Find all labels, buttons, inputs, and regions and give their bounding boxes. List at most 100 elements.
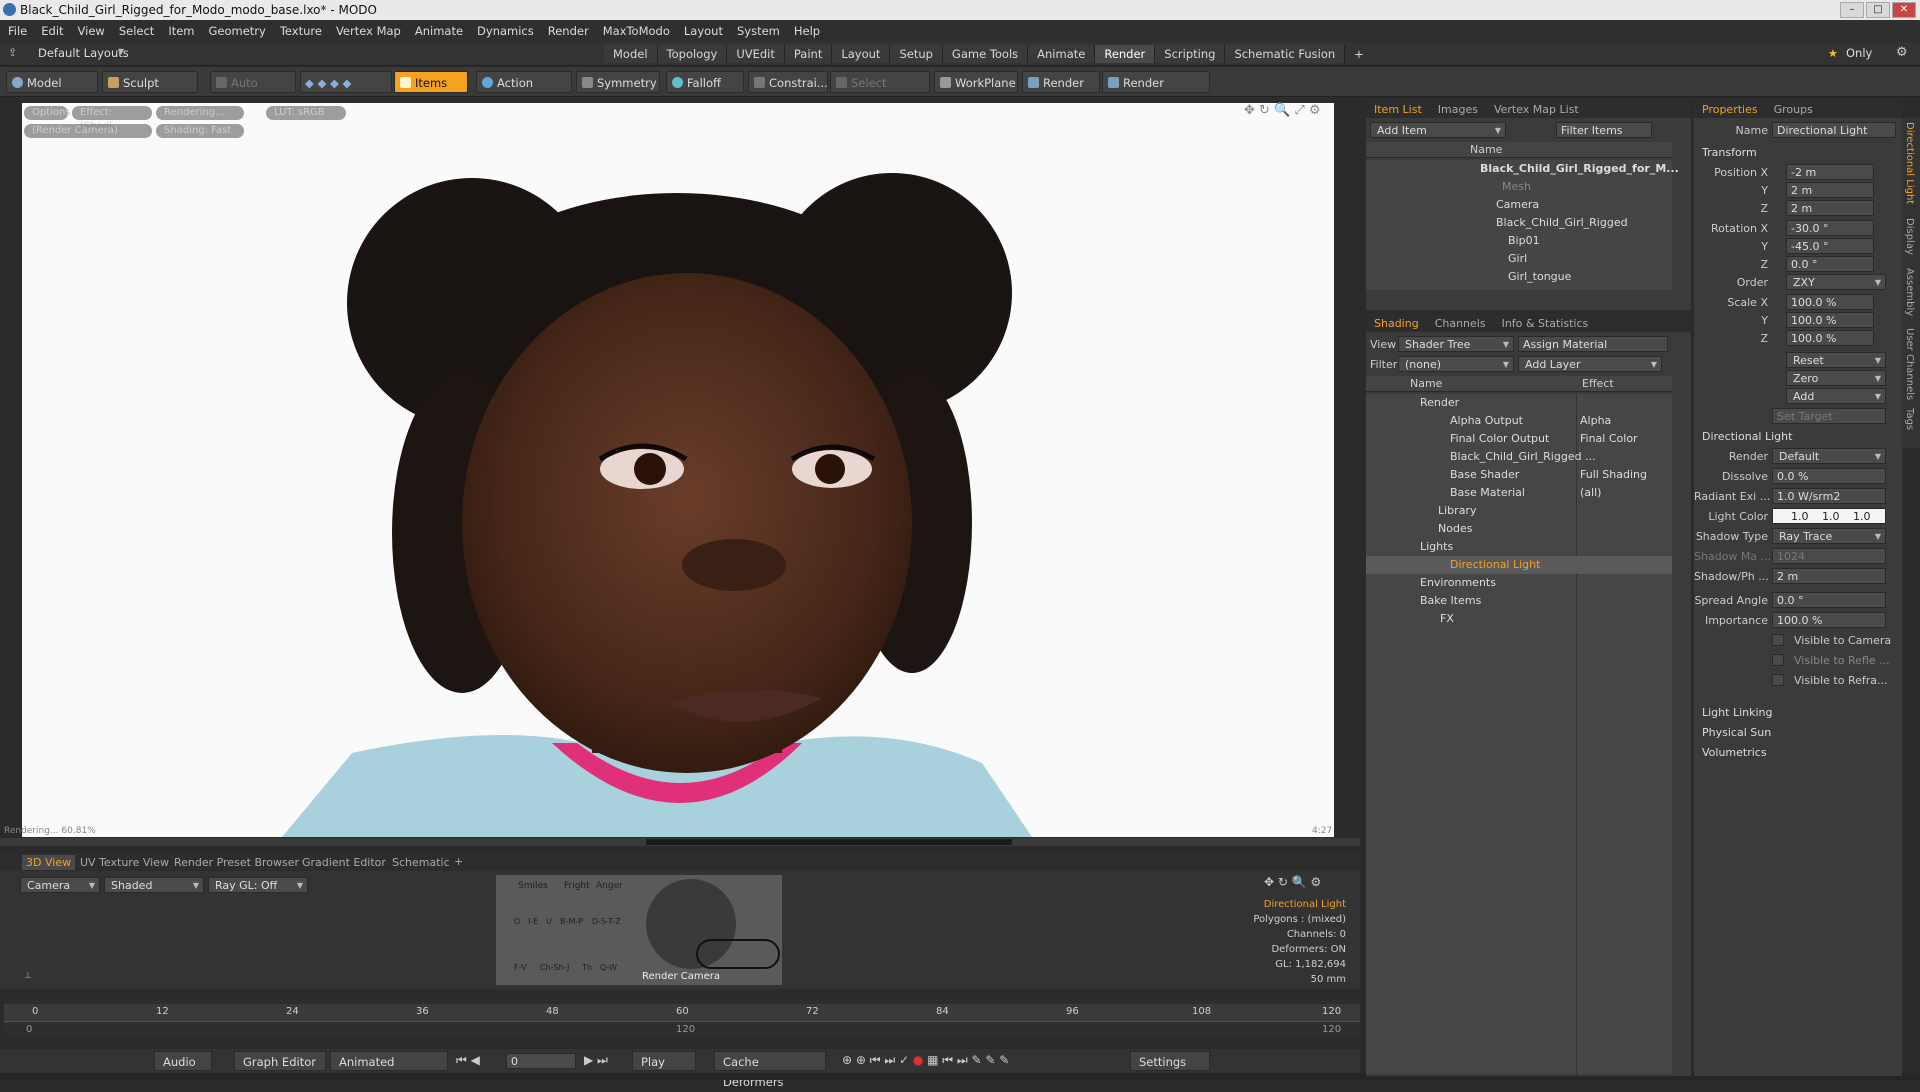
item-row-camera[interactable]: Camera (1496, 196, 1539, 214)
directional-light-section[interactable]: Directional Light (1702, 430, 1792, 443)
tab-setup[interactable]: Setup (890, 45, 943, 63)
menu-item[interactable]: Item (168, 24, 194, 38)
view-dropdown[interactable]: Shader Tree (1398, 336, 1514, 353)
order-dropdown[interactable]: ZXY (1786, 274, 1886, 291)
render-dropdown[interactable]: Default (1772, 448, 1886, 465)
item-row-girl[interactable]: Girl (1508, 250, 1527, 268)
lut-dropdown[interactable]: LUT: sRGB (266, 106, 346, 120)
auto-select-button[interactable]: Auto Select (210, 71, 296, 112)
tab-animate[interactable]: Animate (1028, 45, 1096, 63)
add-layer-dropdown[interactable]: Add Layer (1518, 356, 1662, 373)
add-tab-button[interactable]: + (1345, 45, 1373, 63)
shadow-photon-field[interactable]: 2 m (1772, 568, 1886, 584)
face-controls-preview[interactable]: Smiles Fright Anger O I-E U B-M-P D-S-T-… (496, 875, 782, 985)
tab-channels[interactable]: Channels (1427, 317, 1494, 330)
shader-row-library[interactable]: Library (1438, 502, 1476, 520)
symmetry-button[interactable]: Symmetry (576, 71, 660, 93)
shader-row-final-color[interactable]: Final Color Output (1450, 430, 1549, 448)
effect-dropdown[interactable]: Effect: (Shadi... (72, 106, 152, 132)
position-x-field[interactable]: -2 m (1786, 164, 1874, 180)
animated-dropdown[interactable]: Animated (330, 1051, 448, 1071)
shader-row-alpha-output[interactable]: Alpha Output (1450, 412, 1523, 430)
menu-dynamics[interactable]: Dynamics (477, 24, 534, 38)
radiant-exitance-field[interactable]: 1.0 W/srm2 (1772, 488, 1886, 504)
side-tab-display[interactable]: Display (1904, 218, 1915, 255)
tab-gradient-editor[interactable]: Gradient Editor (302, 856, 386, 869)
shader-row-nodes[interactable]: Nodes (1438, 520, 1472, 538)
layout-pin-icon[interactable]: ⇪ (8, 46, 17, 59)
side-tab-assembly[interactable]: Assembly (1904, 268, 1915, 316)
filter-dropdown[interactable]: (none) (1398, 356, 1514, 373)
minimize-button[interactable]: – (1840, 2, 1864, 18)
key-tools-icons[interactable]: ⊕ ⊕ ⏮ ⏭ ✓ ● ▦ ⏮ ⏭ ✎ ✎ ✎ (842, 1053, 1009, 1068)
menu-edit[interactable]: Edit (41, 24, 63, 38)
render-button[interactable]: Render (1022, 71, 1100, 93)
item-row-rig[interactable]: Black_Child_Girl_Rigged (1496, 214, 1628, 232)
tab-schematic[interactable]: Schematic (392, 856, 450, 869)
item-row-girl-tongue[interactable]: Girl_tongue (1508, 268, 1571, 286)
tab-vertex-map-list[interactable]: Vertex Map List (1486, 103, 1587, 116)
physical-sun-section[interactable]: Physical Sun (1702, 726, 1771, 739)
set-target-button[interactable]: Set Target (1772, 408, 1886, 424)
menu-file[interactable]: File (8, 24, 27, 38)
light-color-field[interactable]: 1.0 1.0 1.0 (1772, 508, 1886, 524)
close-button[interactable]: ✕ (1892, 2, 1916, 18)
menu-view[interactable]: View (78, 24, 105, 38)
add-item-dropdown[interactable]: Add Item (1370, 122, 1506, 139)
tab-render-preset-browser[interactable]: Render Preset Browser (174, 856, 299, 869)
shader-row-render[interactable]: Render (1420, 394, 1459, 412)
visible-reflection-checkbox[interactable] (1772, 654, 1784, 666)
tab-groups[interactable]: Groups (1766, 103, 1821, 116)
visible-refraction-checkbox[interactable] (1772, 674, 1784, 686)
assign-material-input[interactable]: Assign Material (1518, 336, 1668, 352)
skip-back-icons[interactable]: ⏮ ◀ (456, 1053, 480, 1068)
options-button[interactable]: Options (24, 106, 71, 120)
tab-game-tools[interactable]: Game Tools (942, 45, 1029, 63)
light-linking-section[interactable]: Light Linking (1702, 706, 1773, 719)
zero-dropdown[interactable]: Zero (1786, 370, 1886, 387)
rotation-y-field[interactable]: -45.0 ° (1786, 238, 1874, 254)
filter-items-input[interactable]: Filter Items (1556, 122, 1652, 138)
only-toggle[interactable]: Only (1846, 46, 1872, 60)
tab-uvedit[interactable]: UVEdit (727, 45, 785, 63)
shader-effect-final-color[interactable]: Final Color (1580, 430, 1638, 448)
shadow-map-field[interactable]: 1024 (1772, 548, 1886, 564)
menu-layout[interactable]: Layout (684, 24, 723, 38)
item-row-mesh[interactable]: Mesh (1502, 178, 1531, 196)
constraints-button[interactable]: Constrai... (748, 71, 828, 93)
shader-effect-all[interactable]: (all) (1580, 484, 1601, 502)
transform-section[interactable]: Transform (1702, 146, 1757, 159)
rotation-x-field[interactable]: -30.0 ° (1786, 220, 1874, 236)
cache-deformers-button[interactable]: Cache Deformers (714, 1051, 826, 1089)
item-row-scene[interactable]: Black_Child_Girl_Rigged_for_M... (1480, 160, 1679, 178)
timeline[interactable]: 0 12 24 36 48 60 72 84 96 108 120 0 120 … (4, 1000, 1360, 1036)
items-mode-button[interactable]: Items (394, 71, 468, 93)
audio-button[interactable]: Audio (154, 1051, 212, 1071)
menu-animate[interactable]: Animate (415, 24, 463, 38)
add-tab-icon[interactable]: + (454, 855, 463, 868)
menu-maxtomodo[interactable]: MaxToModo (603, 24, 670, 38)
model-mode-button[interactable]: Model (6, 71, 98, 93)
side-tab-directional-light[interactable]: Directional Light (1904, 122, 1915, 204)
spread-angle-field[interactable]: 0.0 ° (1772, 592, 1886, 608)
play-button[interactable]: Play (632, 1051, 696, 1071)
menu-render[interactable]: Render (548, 24, 589, 38)
tab-render[interactable]: Render (1095, 45, 1156, 63)
action-center-button[interactable]: Action Center (476, 71, 572, 112)
position-y-field[interactable]: 2 m (1786, 182, 1874, 198)
raygl-dropdown[interactable]: Ray GL: Off (208, 877, 308, 894)
tab-info-statistics[interactable]: Info & Statistics (1494, 317, 1597, 330)
camera-dropdown[interactable]: (Render Camera) (24, 124, 152, 138)
tab-model[interactable]: Model (604, 45, 658, 63)
tab-shading[interactable]: Shading (1366, 317, 1427, 330)
layout-dropdown[interactable]: Default Layouts (38, 46, 129, 60)
reset-dropdown[interactable]: Reset (1786, 352, 1886, 369)
menu-help[interactable]: Help (794, 24, 820, 38)
scale-z-field[interactable]: 100.0 % (1786, 330, 1874, 346)
tab-images[interactable]: Images (1430, 103, 1486, 116)
render-window-button[interactable]: Render Window (1102, 71, 1210, 112)
shader-row-base-material[interactable]: Base Material (1450, 484, 1525, 502)
menu-geometry[interactable]: Geometry (209, 24, 266, 38)
name-field[interactable]: Directional Light (1772, 122, 1896, 138)
shader-row-environments[interactable]: Environments (1420, 574, 1496, 592)
